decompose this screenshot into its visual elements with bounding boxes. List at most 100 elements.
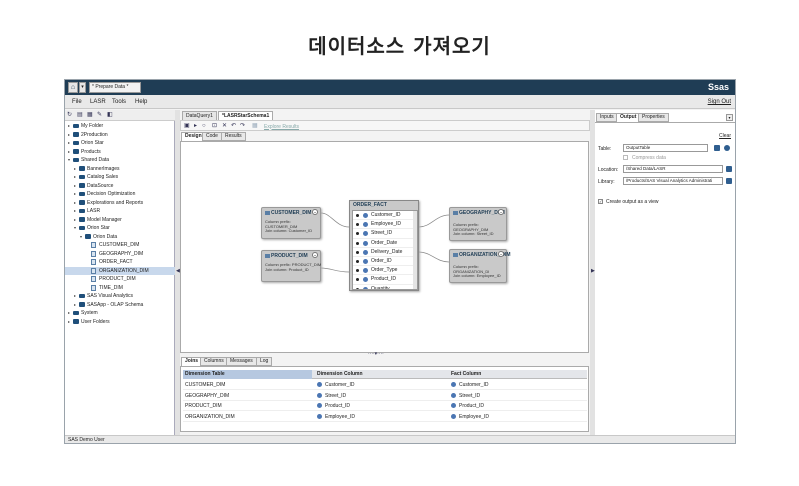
table-menu-icon[interactable]: ⌄ — [498, 251, 504, 257]
tab-inputs[interactable]: Inputs — [596, 113, 618, 122]
tree-item[interactable]: GEOGRAPHY_DIM — [65, 250, 175, 259]
new-folder-icon[interactable]: ◧ — [107, 112, 113, 118]
pin-icon[interactable]: ✎ — [97, 112, 103, 118]
tree-item[interactable]: ▸ LASR — [65, 207, 175, 216]
tree-item[interactable]: ▸ SASApp - OLAP Schema — [65, 301, 175, 310]
compress-data-checkbox[interactable] — [623, 155, 628, 160]
tab-dataquery1[interactable]: DataQuery1 — [182, 111, 217, 120]
fact-column-row[interactable]: Order_Date — [353, 239, 417, 248]
tab-columns[interactable]: Columns — [200, 357, 228, 366]
tree-item[interactable]: ▸ SAS Visual Analytics — [65, 292, 175, 301]
header-fact-column[interactable]: Fact Column — [451, 370, 481, 379]
save-icon[interactable]: ▣ — [184, 123, 190, 129]
tree-item[interactable]: ▾ Shared Data — [65, 156, 175, 165]
tree-item[interactable]: ▸ Explorations and Reports — [65, 199, 175, 208]
close-icon[interactable]: ✕ — [222, 123, 227, 129]
fact-column-row[interactable]: Order_Type — [353, 266, 417, 276]
fact-column-row[interactable]: Customer_ID — [353, 211, 417, 221]
tree-item[interactable]: ▸ 2Production — [65, 131, 175, 140]
table-browse-icon[interactable] — [714, 145, 720, 151]
home-icon[interactable]: ⌂ — [68, 82, 78, 93]
expand-icon[interactable]: ▸ — [74, 293, 76, 298]
tab-messages[interactable]: Messages — [226, 357, 257, 366]
dimension-table-customer[interactable]: CUSTOMER_DIM ⌄ Column prefix: CUSTOMER_D… — [261, 207, 321, 239]
output-table-field[interactable]: OutputTable — [623, 144, 708, 152]
fact-column-row[interactable]: Employee_ID — [353, 220, 417, 230]
collapse-icon[interactable]: ▾ — [68, 157, 70, 162]
fact-scrollbar[interactable] — [413, 211, 417, 289]
table-menu-icon[interactable]: ⌄ — [312, 209, 318, 215]
fact-column-row[interactable]: Delivery_Date — [353, 248, 417, 257]
dimension-table-organization[interactable]: ORGANIZATION_ DIM ⌄ Column prefix: ORGAN… — [449, 249, 511, 283]
expand-icon[interactable]: ▸ — [74, 174, 76, 179]
sign-out-link[interactable]: Sign Out — [708, 99, 731, 105]
tree-item[interactable]: ▸ BannerImages — [65, 165, 175, 174]
menu-file[interactable]: File — [72, 99, 82, 105]
expand-icon[interactable]: ▸ — [68, 132, 70, 137]
expand-icon[interactable]: ▸ — [74, 217, 76, 222]
tree-item[interactable]: ▸ DataSource — [65, 182, 175, 191]
tree-item[interactable]: ▾ Orion Star — [65, 224, 175, 233]
tree-item[interactable]: ▸ Decision Optimization — [65, 190, 175, 199]
tab-joins[interactable]: Joins — [181, 357, 203, 366]
table-row[interactable]: PRODUCT_DIM Product_ID Product_ID — [183, 401, 587, 411]
expand-icon[interactable]: ▸ — [74, 208, 76, 213]
tree-item[interactable]: ▸ My Folder — [65, 122, 175, 131]
tree-item[interactable]: ▸ Products — [65, 148, 175, 157]
tab-results[interactable]: Results — [221, 132, 246, 141]
clear-link[interactable]: Clear — [719, 133, 731, 139]
expand-icon[interactable]: ▸ — [74, 191, 76, 196]
menu-tools[interactable]: Tools — [112, 99, 126, 105]
fact-column-list[interactable]: Customer_ID Employee_ID Street_ID Order_Dat… — [352, 210, 418, 290]
table-row[interactable]: CUSTOMER_DIM Customer_ID Customer_ID — [183, 380, 587, 390]
tree-item[interactable]: TIME_DIM — [65, 284, 175, 293]
expand-icon[interactable]: ▸ — [68, 310, 70, 315]
dimension-table-geography[interactable]: GEOGRAPHY_DI M ⌄ Column prefix: GEOGRAPH… — [449, 207, 507, 241]
menu-help[interactable]: Help — [135, 99, 147, 105]
zoom-icon[interactable]: ⊡ — [212, 123, 217, 129]
fact-column-row[interactable]: Product_ID — [353, 275, 417, 285]
location-field[interactable]: /Shared Data/LASR — [623, 165, 723, 173]
tab-output[interactable]: Output — [616, 113, 641, 122]
redo-icon[interactable]: ↷ — [240, 123, 245, 129]
fact-column-row[interactable]: Quantity — [353, 285, 417, 289]
tab-code[interactable]: Code — [202, 132, 222, 141]
fact-table-order-fact[interactable]: ORDER_FACT Customer_ID Employee_ID Street_… — [349, 200, 419, 291]
tree-item[interactable]: ▸ Model Manager — [65, 216, 175, 225]
panel-menu-icon[interactable]: ▾ — [726, 114, 733, 121]
home-menu-arrow-icon[interactable]: ▾ — [79, 82, 86, 93]
stop-icon[interactable]: ○ — [202, 123, 206, 129]
collapse-icon[interactable]: ▾ — [74, 225, 76, 230]
help-icon[interactable] — [724, 145, 730, 151]
undo-icon[interactable]: ↶ — [231, 123, 236, 129]
fact-column-row[interactable]: Street_ID — [353, 229, 417, 239]
expand-icon[interactable]: ▸ — [68, 140, 70, 145]
tree-item[interactable]: ORDER_FACT — [65, 258, 175, 267]
library-browse-icon[interactable] — [726, 178, 732, 184]
properties-icon[interactable]: ▦ — [87, 112, 93, 118]
app-selector[interactable]: * Prepare Data * — [89, 82, 141, 93]
tree-item[interactable]: ▸ User Folders — [65, 318, 175, 327]
create-view-checkbox[interactable]: ✓ — [598, 199, 603, 204]
header-dimension-table[interactable]: Dimension Table — [183, 370, 312, 379]
tree-item[interactable]: ORGANIZATION_DIM — [65, 266, 175, 275]
tree-item[interactable]: ▸ Orion Star — [65, 139, 175, 148]
table-menu-icon[interactable]: ⌄ — [312, 252, 318, 258]
dimension-table-product[interactable]: PRODUCT_DIM ⌄ Column prefix: PRODUCT_DIM… — [261, 250, 321, 282]
refresh-icon[interactable]: ↻ — [67, 112, 73, 118]
tab-lasr-star-schema[interactable]: *LASRStarSchema1 — [218, 111, 274, 120]
tree-item[interactable]: CUSTOMER_DIM — [65, 241, 175, 250]
expand-icon[interactable]: ▸ — [74, 183, 76, 188]
location-folder-icon[interactable] — [726, 166, 732, 172]
table-row[interactable]: ORGANIZATION_DIM Employee_ID Employee_ID — [183, 412, 587, 422]
tree-item[interactable]: ▸ Catalog Sales — [65, 173, 175, 182]
tree-item[interactable]: PRODUCT_DIM — [65, 275, 175, 284]
fact-column-row[interactable]: Order_ID — [353, 257, 417, 267]
expand-icon[interactable]: ▸ — [74, 200, 76, 205]
table-menu-icon[interactable]: ⌄ — [498, 209, 504, 215]
delete-icon[interactable]: ▤ — [77, 112, 83, 118]
table-row[interactable]: GEOGRAPHY_DIM Street_ID Street_ID — [183, 391, 587, 401]
tree-item[interactable]: ▾ Orion Data — [65, 233, 175, 242]
expand-icon[interactable]: ▸ — [68, 149, 70, 154]
expand-icon[interactable]: ▸ — [74, 302, 76, 307]
